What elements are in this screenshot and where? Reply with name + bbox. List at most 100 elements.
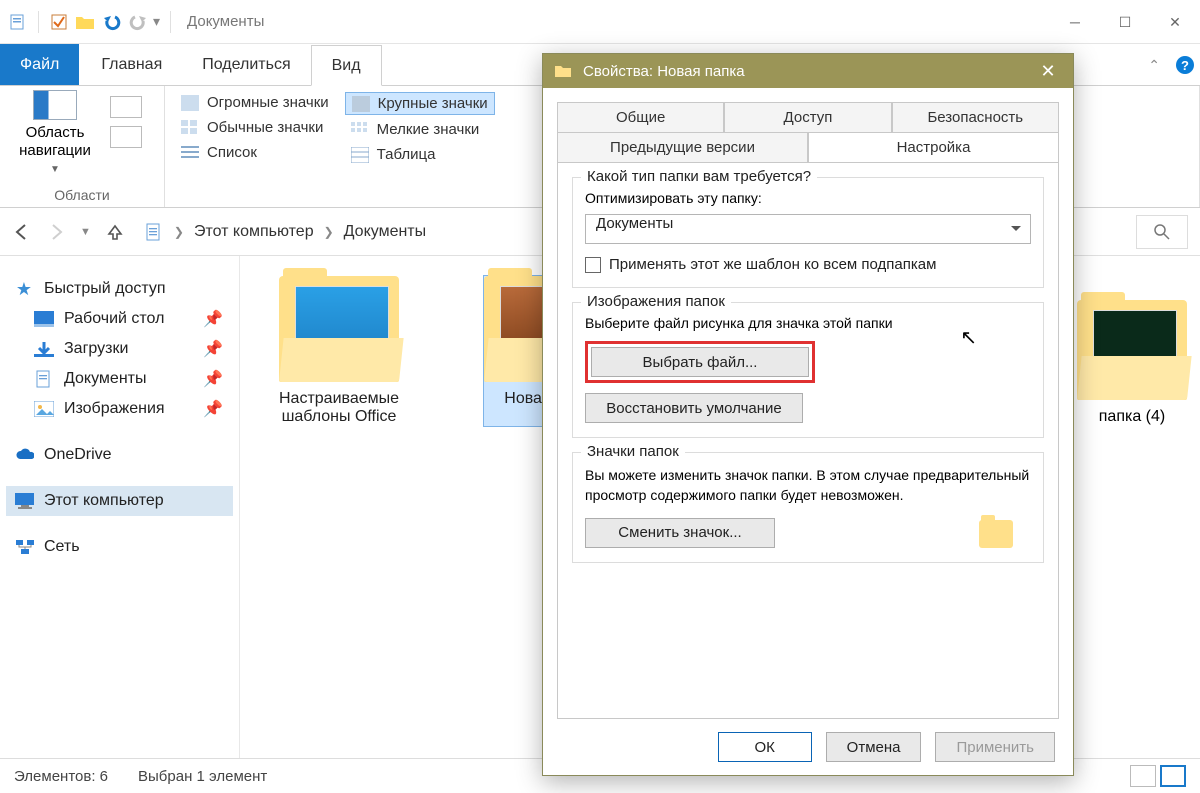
label: Загрузки xyxy=(64,340,128,358)
sidebar-pictures[interactable]: Изображения 📌 xyxy=(6,394,233,424)
properties-icon[interactable] xyxy=(8,13,28,31)
layout-table[interactable]: Таблица xyxy=(345,144,495,165)
chevron-right-icon[interactable]: ❯ xyxy=(324,225,334,239)
sidebar-network[interactable]: Сеть xyxy=(6,532,233,562)
layout-huge[interactable]: Огромные значки xyxy=(175,92,335,113)
tab-file[interactable]: Файл xyxy=(0,44,79,85)
navigation-pane-label: Область навигации xyxy=(10,124,100,160)
download-icon xyxy=(34,340,54,358)
dialog-tab-previous-versions[interactable]: Предыдущие версии xyxy=(557,132,808,163)
label: Огромные значки xyxy=(207,94,329,111)
highlight-annotation: Выбрать файл... xyxy=(585,341,815,383)
undo-icon[interactable] xyxy=(101,13,121,31)
preview-pane-icon[interactable] xyxy=(110,96,142,118)
properties-dialog: Свойства: Новая папка ✕ Общие Доступ Без… xyxy=(542,53,1074,776)
network-icon xyxy=(14,538,34,556)
cursor-icon: ↖ xyxy=(960,325,977,350)
sidebar-desktop[interactable]: Рабочий стол 📌 xyxy=(6,304,233,334)
dialog-footer: ОК Отмена Применить xyxy=(543,719,1073,775)
tab-view[interactable]: Вид xyxy=(311,45,382,86)
folder-item-4[interactable]: папка (4) xyxy=(1072,300,1192,426)
qat-dropdown-icon[interactable]: ▾ xyxy=(153,13,160,30)
up-button[interactable] xyxy=(105,222,125,242)
pin-icon: 📌 xyxy=(203,309,223,329)
document-icon xyxy=(144,223,164,241)
dialog-titlebar[interactable]: Свойства: Новая папка ✕ xyxy=(543,54,1073,88)
label: Настраиваемые шаблоны Office xyxy=(254,390,424,426)
pictures-icon xyxy=(34,400,54,418)
restore-default-button[interactable]: Восстановить умолчание xyxy=(585,393,803,423)
tab-share[interactable]: Поделиться xyxy=(182,44,310,85)
change-icon-button[interactable]: Сменить значок... xyxy=(585,518,775,548)
apply-button[interactable]: Применить xyxy=(935,732,1055,762)
sidebar-downloads[interactable]: Загрузки 📌 xyxy=(6,334,233,364)
close-button[interactable]: ✕ xyxy=(1150,0,1200,44)
sidebar-documents[interactable]: Документы 📌 xyxy=(6,364,233,394)
list-icon xyxy=(181,145,199,161)
dialog-close-button[interactable]: ✕ xyxy=(1033,61,1063,82)
label: OneDrive xyxy=(44,446,112,464)
sidebar-quick-access[interactable]: ★ Быстрый доступ xyxy=(6,274,233,304)
layout-small[interactable]: Мелкие значки xyxy=(345,119,495,140)
apply-subfolders-checkbox[interactable] xyxy=(585,257,601,273)
details-pane-icon[interactable] xyxy=(110,126,142,148)
forward-button[interactable] xyxy=(46,222,66,242)
status-item-count: Элементов: 6 xyxy=(14,768,108,785)
view-details-button[interactable] xyxy=(1130,765,1156,787)
ok-button[interactable]: ОК xyxy=(718,732,812,762)
chevron-right-icon[interactable]: ❯ xyxy=(174,225,184,239)
layout-medium[interactable]: Обычные значки xyxy=(175,117,335,138)
dialog-tab-general[interactable]: Общие xyxy=(557,102,724,132)
group-folder-images: Изображения папок Выберите файл рисунка … xyxy=(572,302,1044,438)
group-folder-icons: Значки папок Вы можете изменить значок п… xyxy=(572,452,1044,563)
sidebar-onedrive[interactable]: OneDrive xyxy=(6,440,233,470)
status-selection: Выбран 1 элемент xyxy=(138,768,267,785)
group-folder-type: Какой тип папки вам требуется? Оптимизир… xyxy=(572,177,1044,288)
dialog-tab-customize[interactable]: Настройка xyxy=(808,132,1059,163)
search-icon xyxy=(1154,224,1170,240)
medium-icons-icon xyxy=(181,120,199,136)
view-large-icons-button[interactable] xyxy=(1160,765,1186,787)
layout-list[interactable]: Список xyxy=(175,142,335,163)
search-box[interactable] xyxy=(1136,215,1188,249)
choose-file-button[interactable]: Выбрать файл... xyxy=(591,347,809,377)
maximize-button[interactable]: ☐ xyxy=(1100,0,1150,44)
ribbon-collapse-icon[interactable]: ⌃ xyxy=(1148,57,1160,74)
dialog-tab-access[interactable]: Доступ xyxy=(724,102,891,132)
large-icons-icon xyxy=(352,96,370,112)
back-button[interactable] xyxy=(12,222,32,242)
layout-large[interactable]: Крупные значки xyxy=(345,92,495,115)
optimize-label: Оптимизировать эту папку: xyxy=(585,190,1031,206)
history-dropdown-icon[interactable]: ▼ xyxy=(80,226,91,238)
breadcrumb-current[interactable]: Документы xyxy=(344,223,426,241)
tab-home[interactable]: Главная xyxy=(81,44,182,85)
checkbox-icon[interactable] xyxy=(49,13,69,31)
redo-icon[interactable] xyxy=(127,13,147,31)
folder-icon xyxy=(979,520,1013,548)
folder-icon[interactable] xyxy=(75,13,95,31)
folder-type-select[interactable]: Документы xyxy=(585,214,1031,244)
huge-icons-icon xyxy=(181,95,199,111)
pin-icon: 📌 xyxy=(203,339,223,359)
label: Документы xyxy=(64,370,146,388)
label: Обычные значки xyxy=(207,119,323,136)
separator xyxy=(170,11,171,33)
label: Таблица xyxy=(377,146,436,163)
breadcrumb-root[interactable]: Этот компьютер xyxy=(194,223,314,241)
table-icon xyxy=(351,147,369,163)
window-controls: ─ ☐ ✕ xyxy=(1050,0,1200,44)
folder-icon xyxy=(553,62,573,80)
sidebar-this-pc[interactable]: Этот компьютер xyxy=(6,486,233,516)
separator xyxy=(38,11,39,33)
minimize-button[interactable]: ─ xyxy=(1050,0,1100,44)
cancel-button[interactable]: Отмена xyxy=(826,732,922,762)
star-icon: ★ xyxy=(14,280,34,298)
cloud-icon xyxy=(14,446,34,464)
navigation-pane-button[interactable]: Область навигации ▼ xyxy=(10,90,100,175)
dialog-tab-security[interactable]: Безопасность xyxy=(892,102,1059,132)
folder-icons-desc: Вы можете изменить значок папки. В этом … xyxy=(585,465,1031,506)
label: папка (4) xyxy=(1072,408,1192,426)
help-icon[interactable]: ? xyxy=(1176,56,1194,74)
folder-office-templates[interactable]: Настраиваемые шаблоны Office xyxy=(254,276,424,426)
apply-subfolders-label: Применять этот же шаблон ко всем подпапк… xyxy=(609,256,936,273)
